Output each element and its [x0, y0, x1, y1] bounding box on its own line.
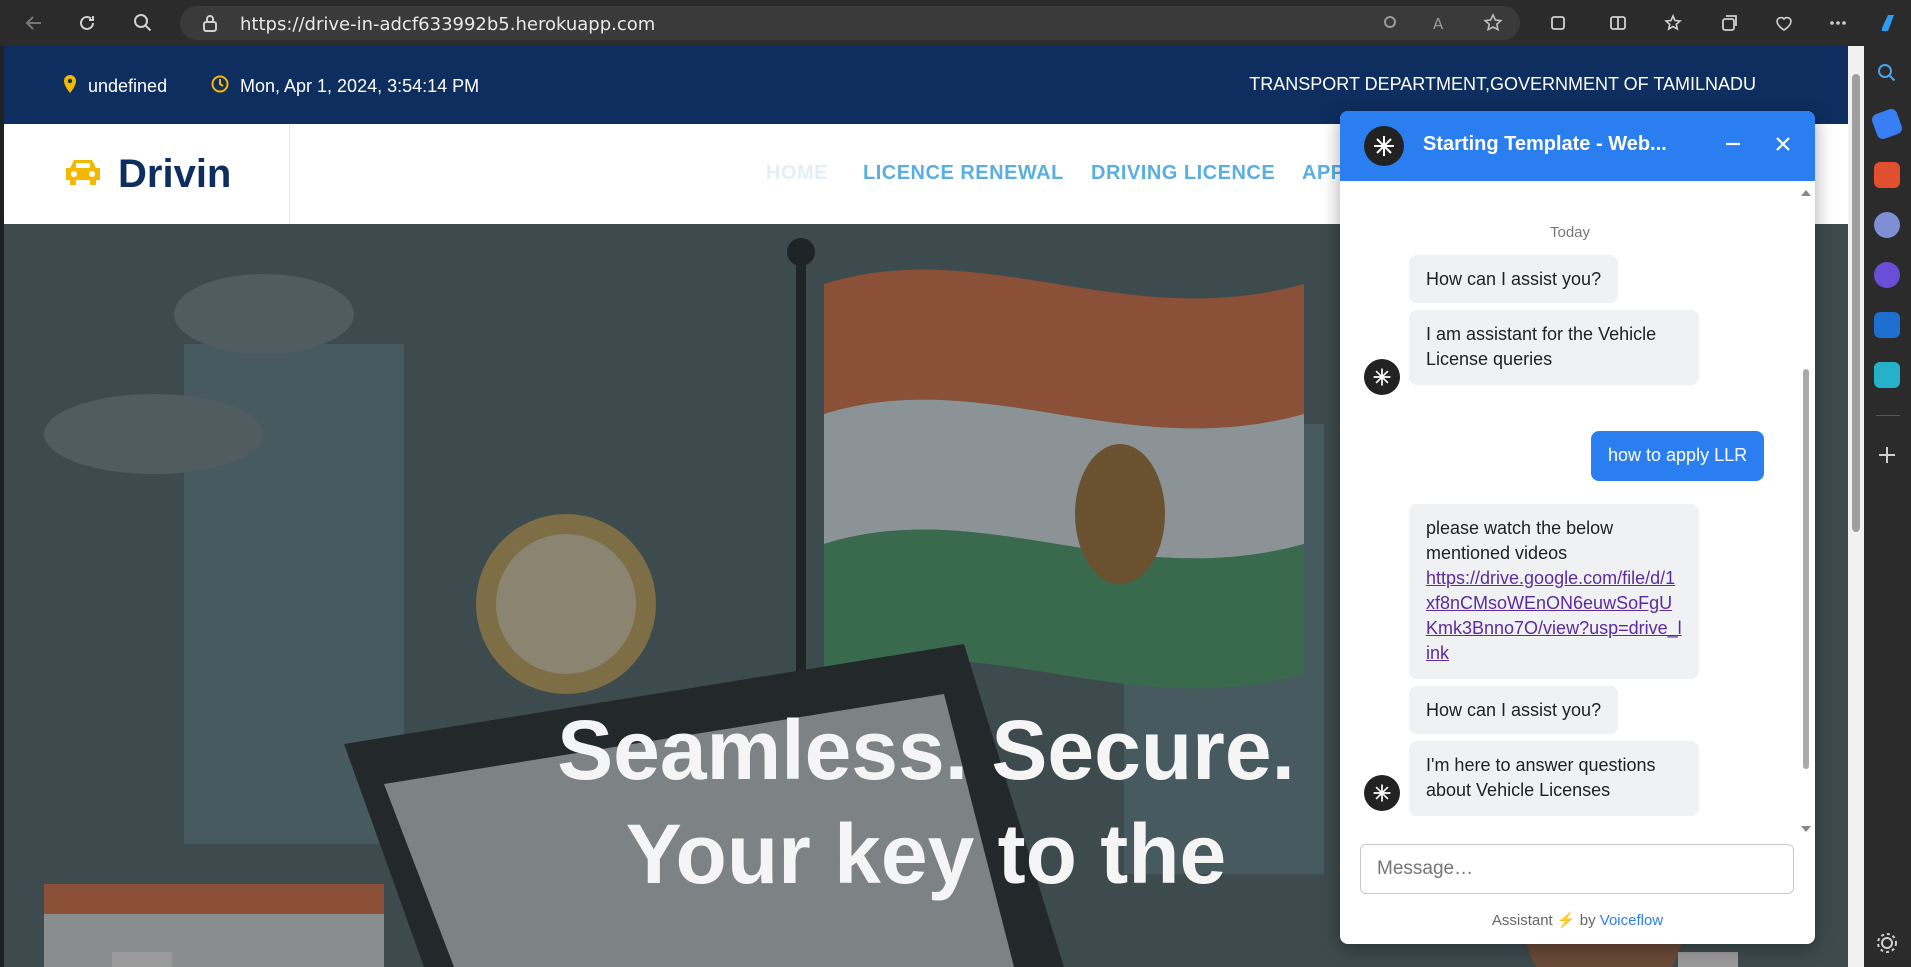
nav-home[interactable]: HOME	[766, 162, 828, 185]
nav-app[interactable]: APP	[1302, 162, 1345, 185]
chat-header: Starting Template - Web...	[1340, 111, 1815, 181]
drive-link[interactable]: https://drive.google.com/file/d/1xf8nCMs…	[1426, 568, 1682, 663]
carousel-next-button[interactable]	[1678, 952, 1738, 967]
sidebar-divider	[1876, 415, 1900, 416]
car-icon	[62, 156, 104, 193]
close-icon[interactable]	[1772, 133, 1794, 160]
url-text[interactable]: https://drive-in-adcf633992b5.herokuapp.…	[240, 14, 655, 35]
more-menu-icon[interactable]	[1823, 8, 1853, 38]
message-text: I'm here to answer questions about Vehic…	[1426, 755, 1656, 800]
sidebar-copilot-icon[interactable]	[1874, 262, 1900, 288]
sidebar-tools-icon[interactable]	[1874, 162, 1900, 188]
department-text: TRANSPORT DEPARTMENT,GOVERNMENT OF TAMIL…	[1249, 74, 1756, 94]
search-icon[interactable]	[128, 8, 158, 38]
collections-icon[interactable]	[1714, 8, 1744, 38]
message-text: I am assistant for the Vehicle License q…	[1426, 324, 1657, 369]
lightning-icon: ⚡	[1556, 912, 1576, 929]
clock-icon	[210, 74, 230, 99]
message-text: How can I assist you?	[1426, 269, 1602, 289]
sidebar-drop-icon[interactable]	[1874, 362, 1900, 388]
voiceflow-logo-icon	[1364, 126, 1404, 166]
chat-title: Starting Template - Web...	[1423, 133, 1667, 155]
back-arrow-icon[interactable]	[19, 8, 49, 38]
copilot-icon[interactable]	[1874, 8, 1904, 38]
footer-by-text: by	[1579, 912, 1596, 929]
map-marker-icon	[62, 74, 78, 99]
nav-licence-renewal[interactable]: LICENCE RENEWAL	[863, 162, 1064, 185]
lock-icon[interactable]	[202, 14, 218, 37]
nav-driving-licence[interactable]: DRIVING LICENCE	[1091, 162, 1275, 185]
voiceflow-link[interactable]: Voiceflow	[1600, 912, 1663, 929]
chat-scrollbar[interactable]	[1800, 181, 1812, 841]
sidebar-shopping-icon[interactable]	[1870, 107, 1904, 141]
brand-name: Drivin	[118, 151, 232, 196]
split-screen-icon[interactable]	[1603, 8, 1633, 38]
sidebar-outlook-icon[interactable]	[1874, 312, 1900, 338]
page-scrollbar-thumb[interactable]	[1852, 74, 1860, 532]
favorites-icon[interactable]	[1658, 8, 1688, 38]
bot-message: I'm here to answer questions about Vehic…	[1409, 741, 1699, 816]
sidebar-search-icon[interactable]	[1874, 60, 1900, 86]
svg-text:A: A	[1433, 15, 1444, 33]
extensions-icon[interactable]	[1543, 8, 1573, 38]
sidebar-add-icon[interactable]	[1874, 442, 1900, 468]
datetime-text: Mon, Apr 1, 2024, 3:54:14 PM	[240, 76, 480, 96]
bot-message: How can I assist you?	[1409, 255, 1619, 303]
message-text: How can I assist you?	[1426, 700, 1602, 720]
footer-assistant-text: Assistant	[1491, 912, 1553, 929]
chat-widget: Starting Template - Web... Today How can…	[1340, 111, 1815, 944]
date-divider: Today	[1549, 224, 1591, 241]
bot-avatar-icon	[1364, 359, 1400, 395]
read-aloud-icon[interactable]: A	[1432, 13, 1452, 33]
minimize-icon[interactable]	[1722, 133, 1744, 160]
bot-message: please watch the below mentioned videos …	[1409, 504, 1699, 679]
sidebar-games-icon[interactable]	[1874, 212, 1900, 238]
bot-avatar-icon	[1364, 775, 1400, 811]
reload-icon[interactable]	[72, 8, 102, 38]
brand-logo[interactable]: Drivin	[4, 124, 290, 224]
chat-messages: Today How can I assist you? I am assista…	[1340, 181, 1815, 841]
bot-message: I am assistant for the Vehicle License q…	[1409, 310, 1699, 385]
browser-sidebar	[1864, 46, 1911, 967]
page-scrollbar[interactable]	[1848, 46, 1864, 967]
chat-footer: Assistant ⚡ by Voiceflow	[1340, 911, 1815, 929]
location-icon[interactable]	[1380, 13, 1400, 33]
carousel-prev-button[interactable]	[112, 952, 172, 967]
user-message: how to apply LLR	[1591, 431, 1765, 481]
message-input[interactable]	[1360, 844, 1794, 894]
browser-essentials-icon[interactable]	[1769, 8, 1799, 38]
message-text: please watch the below mentioned videos	[1426, 518, 1614, 563]
datetime-info: Mon, Apr 1, 2024, 3:54:14 PM	[210, 74, 479, 99]
message-text: how to apply LLR	[1608, 445, 1748, 465]
location-info: undefined	[62, 74, 167, 99]
webpage: undefined Mon, Apr 1, 2024, 3:54:14 PM T…	[4, 46, 1848, 967]
address-bar[interactable]: https://drive-in-adcf633992b5.herokuapp.…	[180, 6, 1520, 40]
location-text: undefined	[88, 76, 168, 96]
favorite-star-icon[interactable]	[1483, 13, 1503, 33]
browser-toolbar: https://drive-in-adcf633992b5.herokuapp.…	[0, 0, 1911, 46]
bot-message: How can I assist you?	[1409, 686, 1619, 734]
sidebar-settings-icon[interactable]	[1874, 930, 1900, 956]
